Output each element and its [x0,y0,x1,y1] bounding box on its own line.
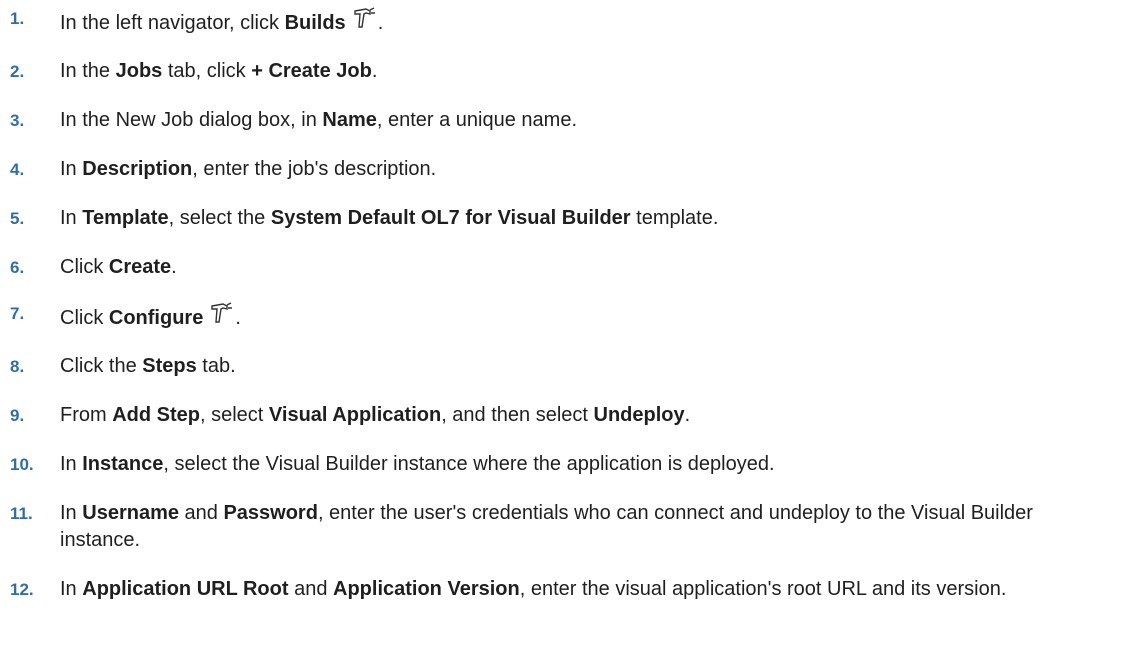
step-text-part: , and then select [441,404,594,426]
step-text-part: . [371,60,378,82]
step-text-bold: Undeploy [593,404,685,426]
step-text-part: . [684,404,691,426]
step-text-part: Click [60,307,109,329]
hammer-icon [352,5,378,31]
step-text: Click Configure. [60,300,1070,332]
step-text-part: In [60,453,83,475]
instruction-steps: 1. In the left navigator, click Builds. … [0,0,1124,646]
step-number: 4. [10,160,25,179]
step-text-part: In the New Job dialog box, in [60,109,323,131]
step-text-part: and [178,502,224,524]
step-text: Click the Steps tab. [60,353,1070,380]
step-text-part: In [60,158,83,180]
step-text-part: , select [200,404,269,426]
step-number: 9. [10,406,25,425]
step-text-part: . [377,12,384,34]
step-text-part: Click [60,256,109,278]
step-text: In Template, select the System Default O… [60,205,1070,232]
step-text-part: tab, click [162,60,252,82]
step-text: Click Create. [60,254,1070,281]
step-text: In the New Job dialog box, in Name, ente… [60,107,1070,134]
step-text-part: . [235,307,241,329]
step-text-bold: Visual Application [268,404,442,426]
step-text-part: In [60,578,83,600]
step-text-part: In the [60,60,116,82]
step-text-bold: + Create Job [251,60,372,82]
step-text-part: , enter the job's description. [192,158,437,180]
step-text-part: In [60,207,83,229]
step-text-bold: Steps [142,355,197,377]
step-text-part: Click the [60,355,143,377]
step-number: 2. [10,62,25,81]
step-text-bold: Configure [108,307,204,329]
step-text-bold: Instance [82,453,164,475]
step-text-bold: Builds [284,12,346,34]
step-text-bold: Username [82,502,179,524]
step-text-part: , select the [168,207,271,229]
step-text: In Application URL Root and Application … [60,576,1070,603]
step-text-bold: Description [82,158,193,180]
step-text-bold: Application Version [333,578,520,600]
step-text: In Description, enter the job's descript… [60,156,1070,183]
step-text: In the left navigator, click Builds. [60,5,1070,37]
step-text-part: and [288,578,334,600]
step-text-part: , select the Visual Builder instance whe… [163,453,775,475]
step-text: In Instance, select the Visual Builder i… [60,451,1070,478]
step-text-bold: Add Step [112,404,200,426]
step-text-bold: Template [82,207,169,229]
step-text-part: , enter a unique name. [376,109,578,131]
step-text: In the Jobs tab, click + Create Job. [60,58,1070,85]
step-number: 6. [10,258,25,277]
step-number: 10. [10,455,34,474]
step-text-part: In the left navigator, click [60,12,285,34]
step-text-bold: Jobs [115,60,163,82]
step-number: 5. [10,209,25,228]
step-number: 8. [10,357,25,376]
step-text-part: . [171,256,177,278]
step-text-bold: Application URL Root [82,578,289,600]
step-text-bold: Create [108,256,172,278]
step-text-part: template. [630,207,719,229]
step-number: 1. [10,9,25,28]
step-text-bold: Password [223,502,318,524]
step-text-bold: System Default OL7 for Visual Builder [270,207,631,229]
step-text-part: In [60,502,83,524]
hammer-icon [209,300,235,326]
step-text-part: From [60,404,113,426]
step-number: 11. [10,504,33,523]
step-number: 12. [10,580,34,599]
step-text-part: , enter the visual application's root UR… [519,578,1007,600]
step-text-bold: Name [322,109,377,131]
step-number: 7. [10,304,25,323]
step-text: From Add Step, select Visual Application… [60,402,1070,429]
step-text: In Username and Password, enter the user… [60,500,1070,554]
step-text-part: tab. [196,355,236,377]
step-number: 3. [10,111,25,130]
